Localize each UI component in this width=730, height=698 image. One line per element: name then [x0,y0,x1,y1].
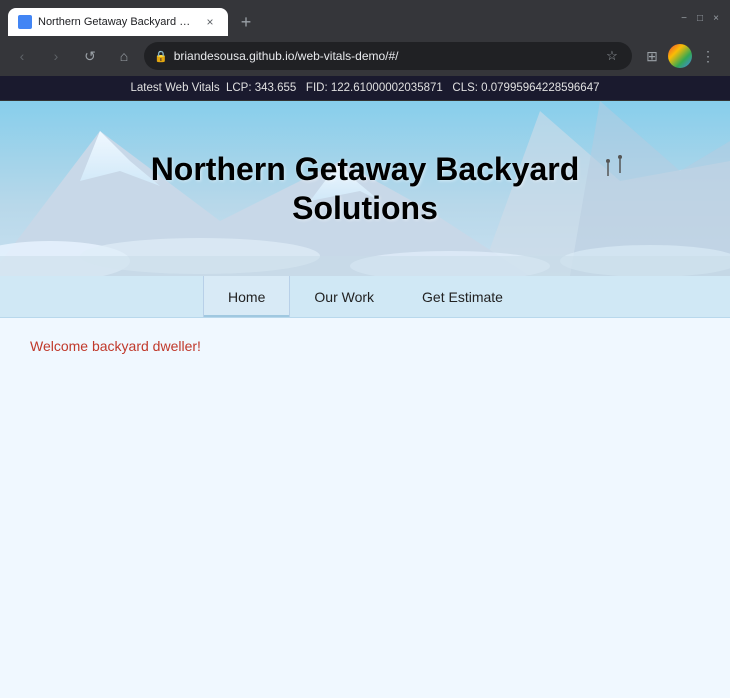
new-tab-button[interactable]: + [232,8,260,36]
browser-titlebar: Northern Getaway Backyard Sol... × + − □… [0,0,730,36]
profile-icon[interactable] [668,44,692,68]
tab-favicon [18,15,32,29]
welcome-message: Welcome backyard dweller! [30,338,700,354]
hero-section: Northern Getaway Backyard Solutions [0,101,730,276]
close-button[interactable]: × [710,12,722,24]
bookmark-icon[interactable]: ☆ [602,46,622,66]
maximize-button[interactable]: □ [694,12,706,24]
hero-title: Northern Getaway Backyard Solutions [151,150,580,227]
hero-title-line2: Solutions [151,189,580,227]
url-text: briandesousa.github.io/web-vitals-demo/#… [174,49,596,63]
site-nav: Home Our Work Get Estimate [0,276,730,318]
cls-label: CLS: [452,82,478,94]
web-vitals-label: Latest Web Vitals [131,82,220,94]
browser-toolbar-icons: ⊞ ⋮ [638,42,722,70]
nav-item-home[interactable]: Home [203,276,290,317]
site-main: Welcome backyard dweller! [0,318,730,698]
home-button[interactable]: ⌂ [110,42,138,70]
lock-icon: 🔒 [154,50,168,63]
lcp-label: LCP: [226,82,252,94]
site-content: Latest Web Vitals LCP: 343.655 FID: 122.… [0,76,730,698]
browser-addressbar: ‹ › ↺ ⌂ 🔒 briandesousa.github.io/web-vit… [0,36,730,76]
web-vitals-bar: Latest Web Vitals LCP: 343.655 FID: 122.… [0,76,730,101]
fid-value: 122.61000002035871 [331,82,443,94]
refresh-button[interactable]: ↺ [76,42,104,70]
hero-title-line1: Northern Getaway Backyard [151,150,580,188]
extensions-icon[interactable]: ⊞ [638,42,666,70]
tab-close-button[interactable]: × [202,14,218,30]
browser-tab[interactable]: Northern Getaway Backyard Sol... × [8,8,228,36]
window-controls: − □ × [678,12,722,24]
forward-button[interactable]: › [42,42,70,70]
minimize-button[interactable]: − [678,12,690,24]
nav-item-get-estimate[interactable]: Get Estimate [398,276,527,317]
address-bar[interactable]: 🔒 briandesousa.github.io/web-vitals-demo… [144,42,632,70]
tab-title: Northern Getaway Backyard Sol... [38,16,196,28]
menu-icon[interactable]: ⋮ [694,42,722,70]
address-right-icons: ☆ [602,46,622,66]
back-button[interactable]: ‹ [8,42,36,70]
nav-item-our-work[interactable]: Our Work [290,276,398,317]
tab-area: Northern Getaway Backyard Sol... × + [8,0,674,36]
browser-frame: Northern Getaway Backyard Sol... × + − □… [0,0,730,698]
lcp-value: 343.655 [255,82,297,94]
cls-value: 0.07995964228596647 [481,82,599,94]
fid-label: FID: [306,82,328,94]
